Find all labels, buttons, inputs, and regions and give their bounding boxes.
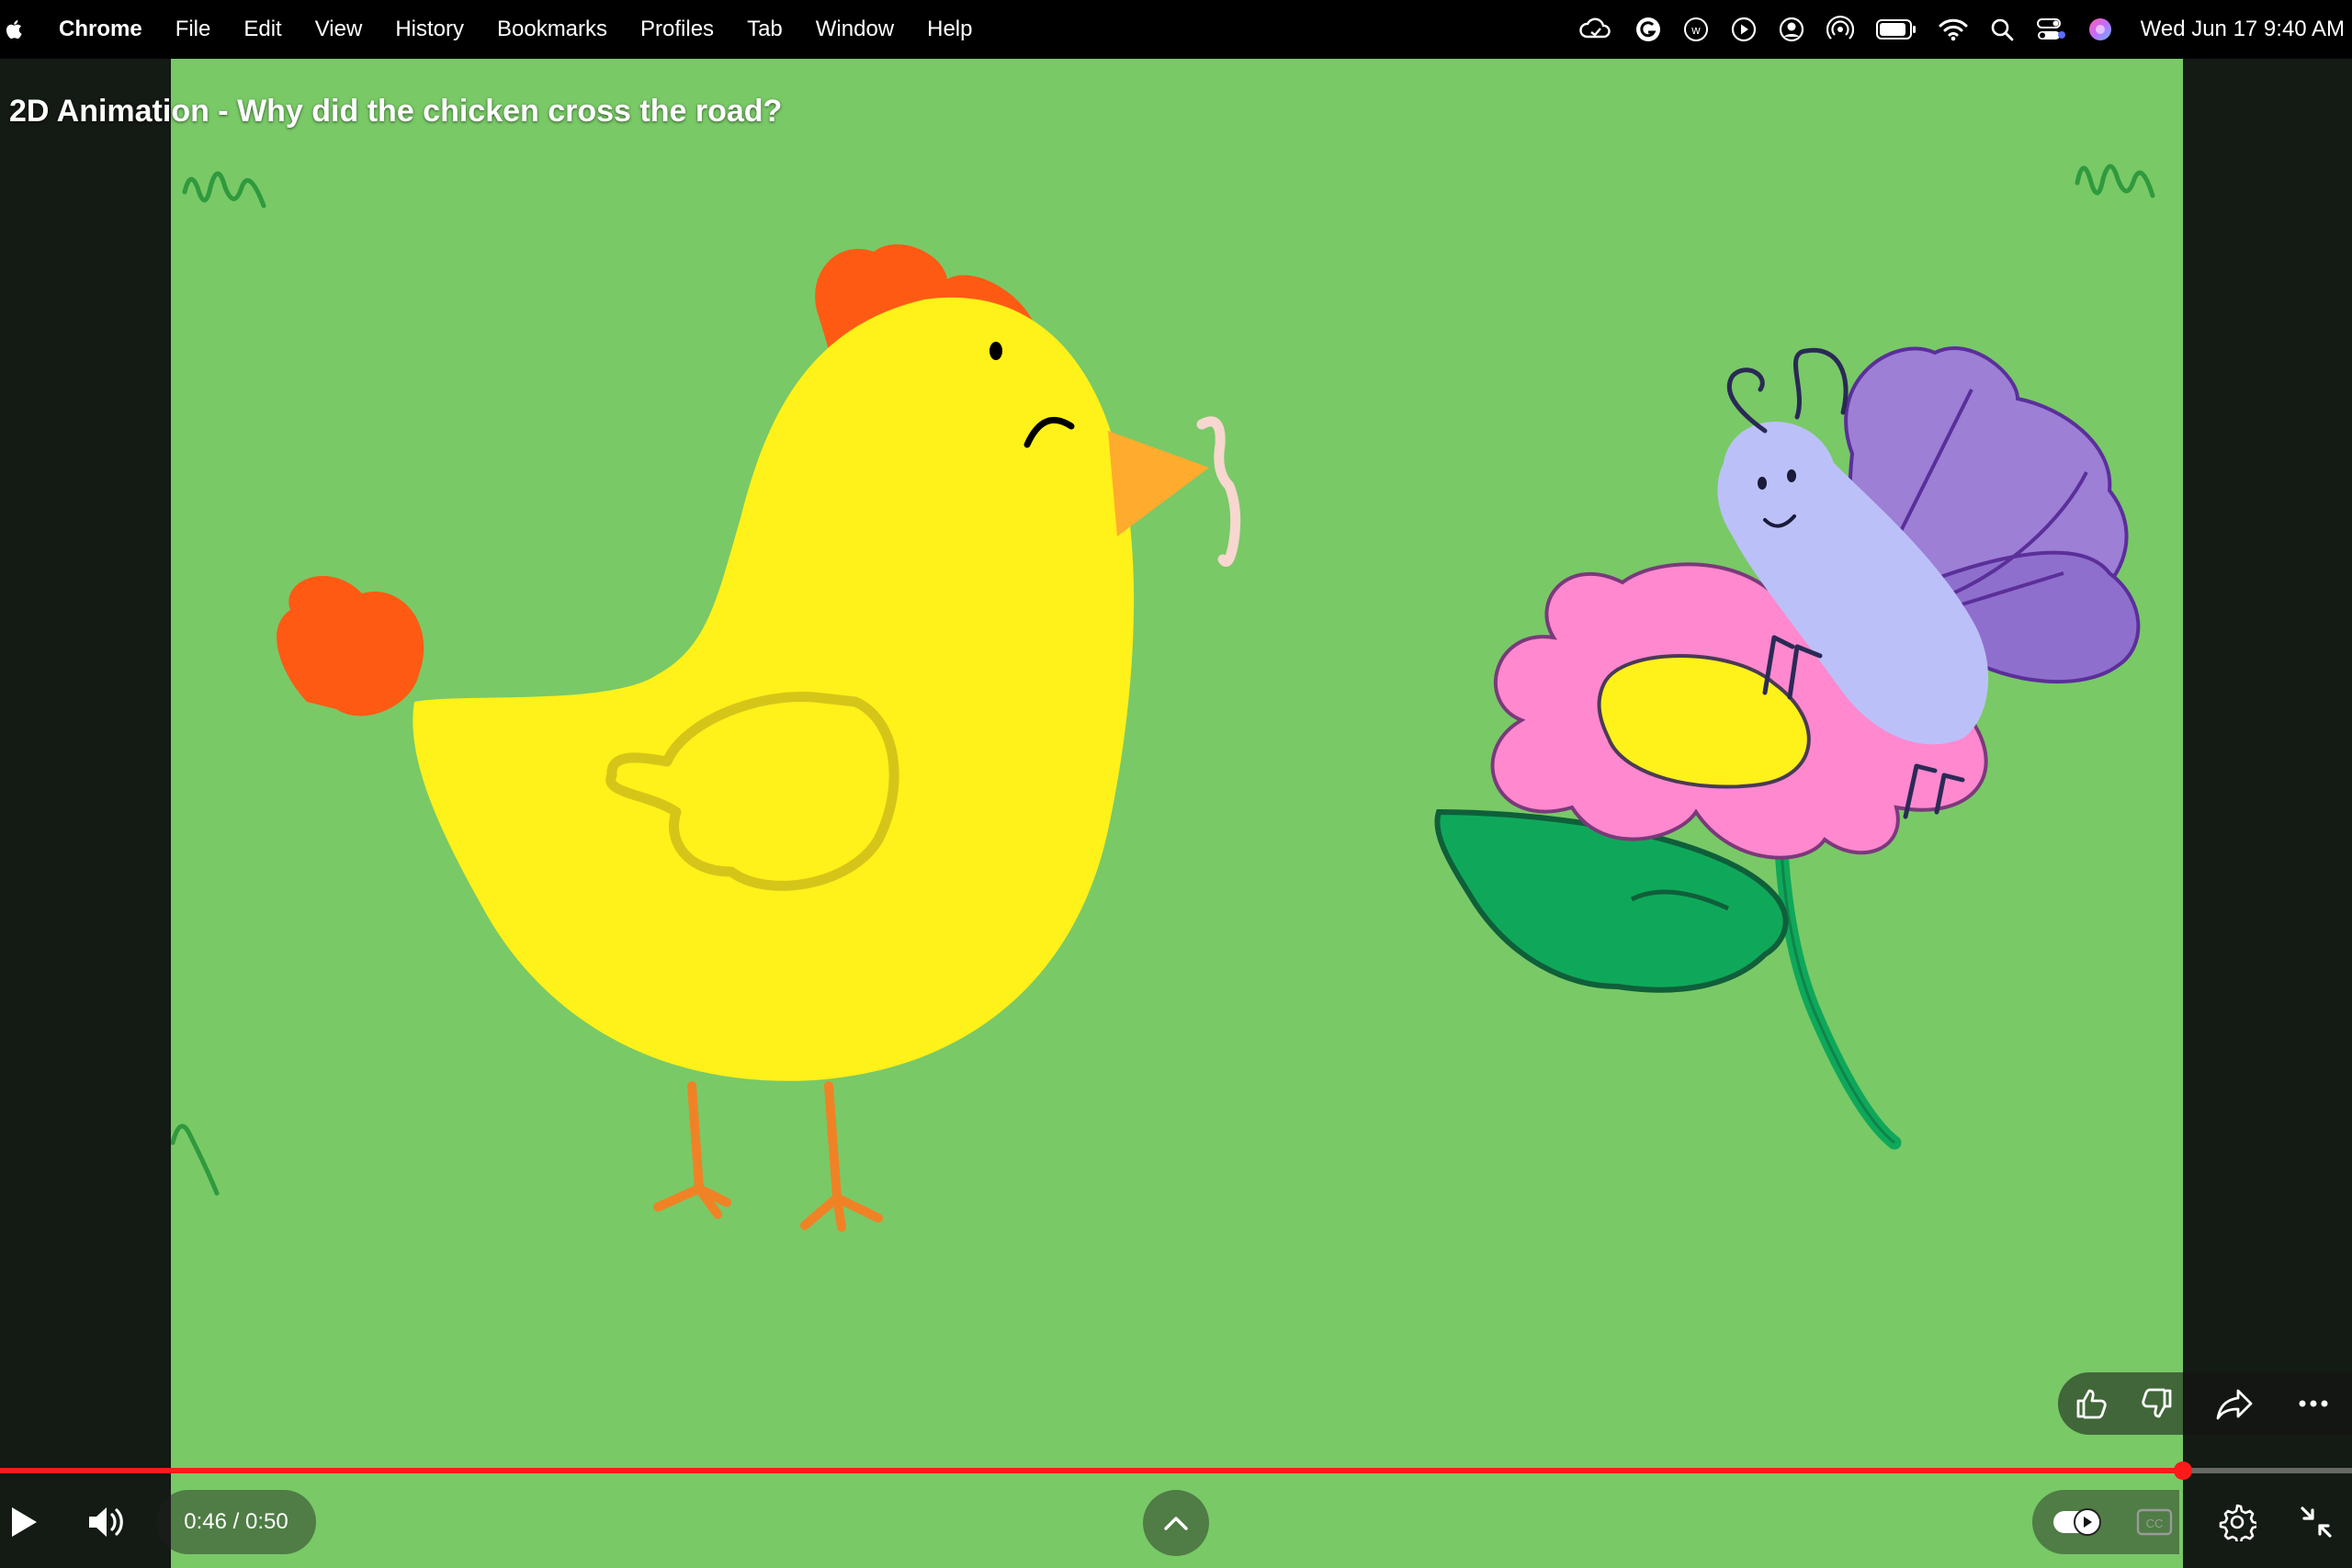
grammarly-icon[interactable] [1635, 17, 1661, 42]
apple-logo-icon[interactable] [6, 19, 22, 39]
airdrop-icon[interactable] [1826, 16, 1854, 43]
svg-text:CC: CC [2146, 1517, 2164, 1530]
menu-file[interactable]: File [175, 17, 211, 42]
actions-pill [2058, 1372, 2352, 1435]
exit-fullscreen-button[interactable] [2293, 1499, 2339, 1545]
settings-button[interactable] [2214, 1499, 2260, 1545]
captions-button[interactable]: CC [2133, 1501, 2176, 1543]
autoplay-toggle[interactable] [2051, 1501, 2106, 1543]
butterfly-eye-left [1758, 477, 1767, 490]
menu-bookmarks[interactable]: Bookmarks [497, 17, 607, 42]
play-button[interactable] [6, 1492, 42, 1552]
more-videos-button[interactable] [1143, 1490, 1209, 1556]
menu-tab[interactable]: Tab [747, 17, 783, 42]
more-icon [2299, 1400, 2328, 1407]
time-display: 0:46 / 0:50 [156, 1490, 316, 1554]
status-area: w Wed Jun 17 9:40 AM [1578, 0, 2345, 59]
progress-played [0, 1468, 2183, 1473]
video-frame[interactable] [171, 59, 2183, 1568]
like-icon [2076, 1389, 2107, 1419]
chicken-eye [989, 342, 1002, 360]
clock[interactable]: Wed Jun 17 9:40 AM [2141, 17, 2345, 42]
menu-view[interactable]: View [315, 17, 363, 42]
video-title: 2D Animation - Why did the chicken cross… [9, 94, 783, 129]
menu-bar: Chrome File Edit View History Bookmarks … [0, 0, 2352, 59]
menu-profiles[interactable]: Profiles [640, 17, 714, 42]
cloud-sync-icon[interactable] [1578, 17, 1613, 42]
menu-window[interactable]: Window [816, 17, 894, 42]
volume-icon [89, 1507, 123, 1537]
like-button[interactable] [2062, 1372, 2120, 1435]
svg-text:w: w [1690, 23, 1701, 37]
butterfly-eye-right [1787, 469, 1796, 482]
siri-icon[interactable] [2087, 17, 2113, 42]
play-icon [12, 1507, 37, 1537]
chevron-up-icon [1164, 1517, 1188, 1530]
video-player[interactable]: 2D Animation - Why did the chicken cross… [0, 59, 2352, 1568]
wifi-icon[interactable] [1939, 17, 1968, 41]
w-circle-icon[interactable]: w [1683, 17, 1709, 42]
more-button[interactable] [2284, 1372, 2343, 1435]
menu-help[interactable]: Help [927, 17, 972, 42]
progress-scrubber[interactable] [2174, 1461, 2192, 1480]
app-name[interactable]: Chrome [59, 17, 142, 42]
spotlight-search-icon[interactable] [1990, 17, 2014, 41]
user-circle-icon[interactable] [1779, 17, 1804, 42]
captions-icon: CC [2136, 1508, 2173, 1536]
control-center-icon[interactable] [2036, 17, 2065, 42]
battery-icon[interactable] [1875, 18, 1917, 40]
progress-bar[interactable] [0, 1461, 2352, 1480]
settings-icon [2219, 1504, 2256, 1541]
share-icon [2216, 1389, 2253, 1420]
menu-history[interactable]: History [395, 17, 464, 42]
menu-edit[interactable]: Edit [243, 17, 281, 42]
play-circle-icon[interactable] [1731, 17, 1757, 42]
dislike-button[interactable] [2128, 1372, 2187, 1435]
autoplay-toggle-icon [2053, 1508, 2101, 1536]
share-button[interactable] [2205, 1372, 2264, 1435]
volume-button[interactable] [85, 1492, 130, 1552]
dislike-icon [2142, 1388, 2172, 1418]
exit-fullscreen-icon [2301, 1506, 2332, 1538]
